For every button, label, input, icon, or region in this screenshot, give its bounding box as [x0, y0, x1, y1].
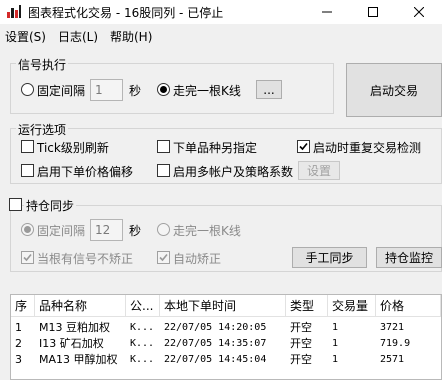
price-offset-checkbox[interactable] [21, 164, 34, 177]
position-sync-title: 持仓同步 [24, 197, 77, 214]
sync-fixed-interval-radio[interactable] [21, 223, 34, 236]
table-cell: 22/07/05 14:45:04 [164, 354, 267, 365]
minimize-button[interactable] [304, 0, 350, 24]
col-header-index[interactable]: 序 [11, 295, 35, 317]
multi-account-label: 启用多帐户及策略系数 [173, 165, 294, 179]
col-header-formula[interactable]: 公... [126, 295, 160, 317]
table-cell: 1 [332, 354, 339, 365]
col-header-order-time[interactable]: 本地下单时间 [160, 295, 286, 317]
startup-recheck-label: 启动时重复交易检测 [313, 141, 422, 155]
menu-help[interactable]: 帮助(H) [110, 28, 152, 45]
sync-bar-complete-radio[interactable] [157, 223, 170, 236]
table-cell: 22/07/05 14:20:05 [164, 322, 267, 333]
col-header-price[interactable]: 价格 [376, 295, 441, 317]
table-cell: MA13 甲醇加权 [39, 353, 118, 366]
seconds-label: 秒 [129, 84, 142, 98]
col-header-volume[interactable]: 交易量 [328, 295, 376, 317]
tick-refresh-checkbox[interactable] [21, 140, 34, 153]
table-cell: 1 [332, 338, 339, 349]
minimize-icon [322, 11, 332, 13]
interval-input[interactable]: 1 [90, 79, 123, 101]
checkmark-icon [23, 253, 32, 262]
auto-correct-label: 自动矫正 [173, 252, 222, 266]
table-cell: 2 [15, 337, 22, 350]
table-cell: I13 矿石加权 [39, 337, 104, 350]
table-cell: 1 [15, 321, 22, 334]
fixed-interval-radio[interactable] [21, 83, 34, 96]
start-trading-button[interactable]: 启动交易 [346, 63, 442, 117]
table-cell: 开空 [290, 321, 312, 334]
multi-account-checkbox[interactable] [157, 164, 170, 177]
maximize-icon [368, 7, 378, 17]
table-cell: 开空 [290, 353, 312, 366]
separate-order-label: 下单品种另指定 [173, 141, 258, 155]
bar-complete-label: 走完一根K线 [173, 84, 241, 98]
table-cell: 开空 [290, 337, 312, 350]
table-cell: M13 豆粕加权 [39, 321, 110, 334]
app-icon [6, 3, 22, 19]
table-cell: 719.9 [380, 338, 411, 349]
table-cell: 3721 [380, 322, 405, 333]
table-cell: 3 [15, 353, 22, 366]
sync-seconds-label: 秒 [129, 224, 142, 238]
table-cell: K... [130, 354, 155, 365]
position-monitor-button[interactable]: 持仓监控 [376, 247, 442, 268]
sync-interval-input[interactable]: 12 [90, 219, 123, 241]
checkmark-icon [159, 253, 168, 262]
checkmark-icon [299, 142, 308, 151]
settings-button[interactable]: 设置 [298, 161, 340, 180]
sync-fixed-interval-label: 固定间隔 [37, 224, 86, 238]
only-on-signal-label: 当根有信号不矫正 [37, 252, 134, 266]
signal-group-title: 信号执行 [16, 56, 69, 73]
close-button[interactable] [396, 0, 442, 24]
options-group-title: 运行选项 [16, 121, 69, 138]
table-cell: 22/07/05 14:35:07 [164, 338, 267, 349]
table-cell: 2571 [380, 354, 405, 365]
separate-order-checkbox[interactable] [157, 140, 170, 153]
tick-refresh-label: Tick级别刷新 [37, 141, 109, 155]
only-on-signal-checkbox[interactable] [21, 251, 34, 264]
menu-log[interactable]: 日志(L) [58, 28, 98, 45]
price-offset-label: 启用下单价格偏移 [37, 165, 134, 179]
position-sync-checkbox[interactable] [9, 198, 22, 211]
close-icon [414, 7, 424, 17]
ellipsis-button[interactable]: ... [256, 80, 282, 99]
table-cell: 1 [332, 322, 339, 333]
bar-complete-radio[interactable] [157, 83, 170, 96]
table-cell: K... [130, 338, 155, 349]
fixed-interval-label: 固定间隔 [37, 84, 86, 98]
window-title: 图表程式化交易 - 16股同列 - 已停止 [28, 6, 224, 20]
maximize-button[interactable] [350, 0, 396, 24]
col-header-type[interactable]: 类型 [286, 295, 328, 317]
manual-sync-button[interactable]: 手工同步 [292, 247, 367, 268]
startup-recheck-checkbox[interactable] [297, 140, 310, 153]
menu-settings[interactable]: 设置(S) [5, 28, 46, 45]
table-cell: K... [130, 322, 155, 333]
auto-correct-checkbox[interactable] [157, 251, 170, 264]
sync-bar-complete-label: 走完一根K线 [173, 224, 241, 238]
col-header-name[interactable]: 品种名称 [35, 295, 126, 317]
